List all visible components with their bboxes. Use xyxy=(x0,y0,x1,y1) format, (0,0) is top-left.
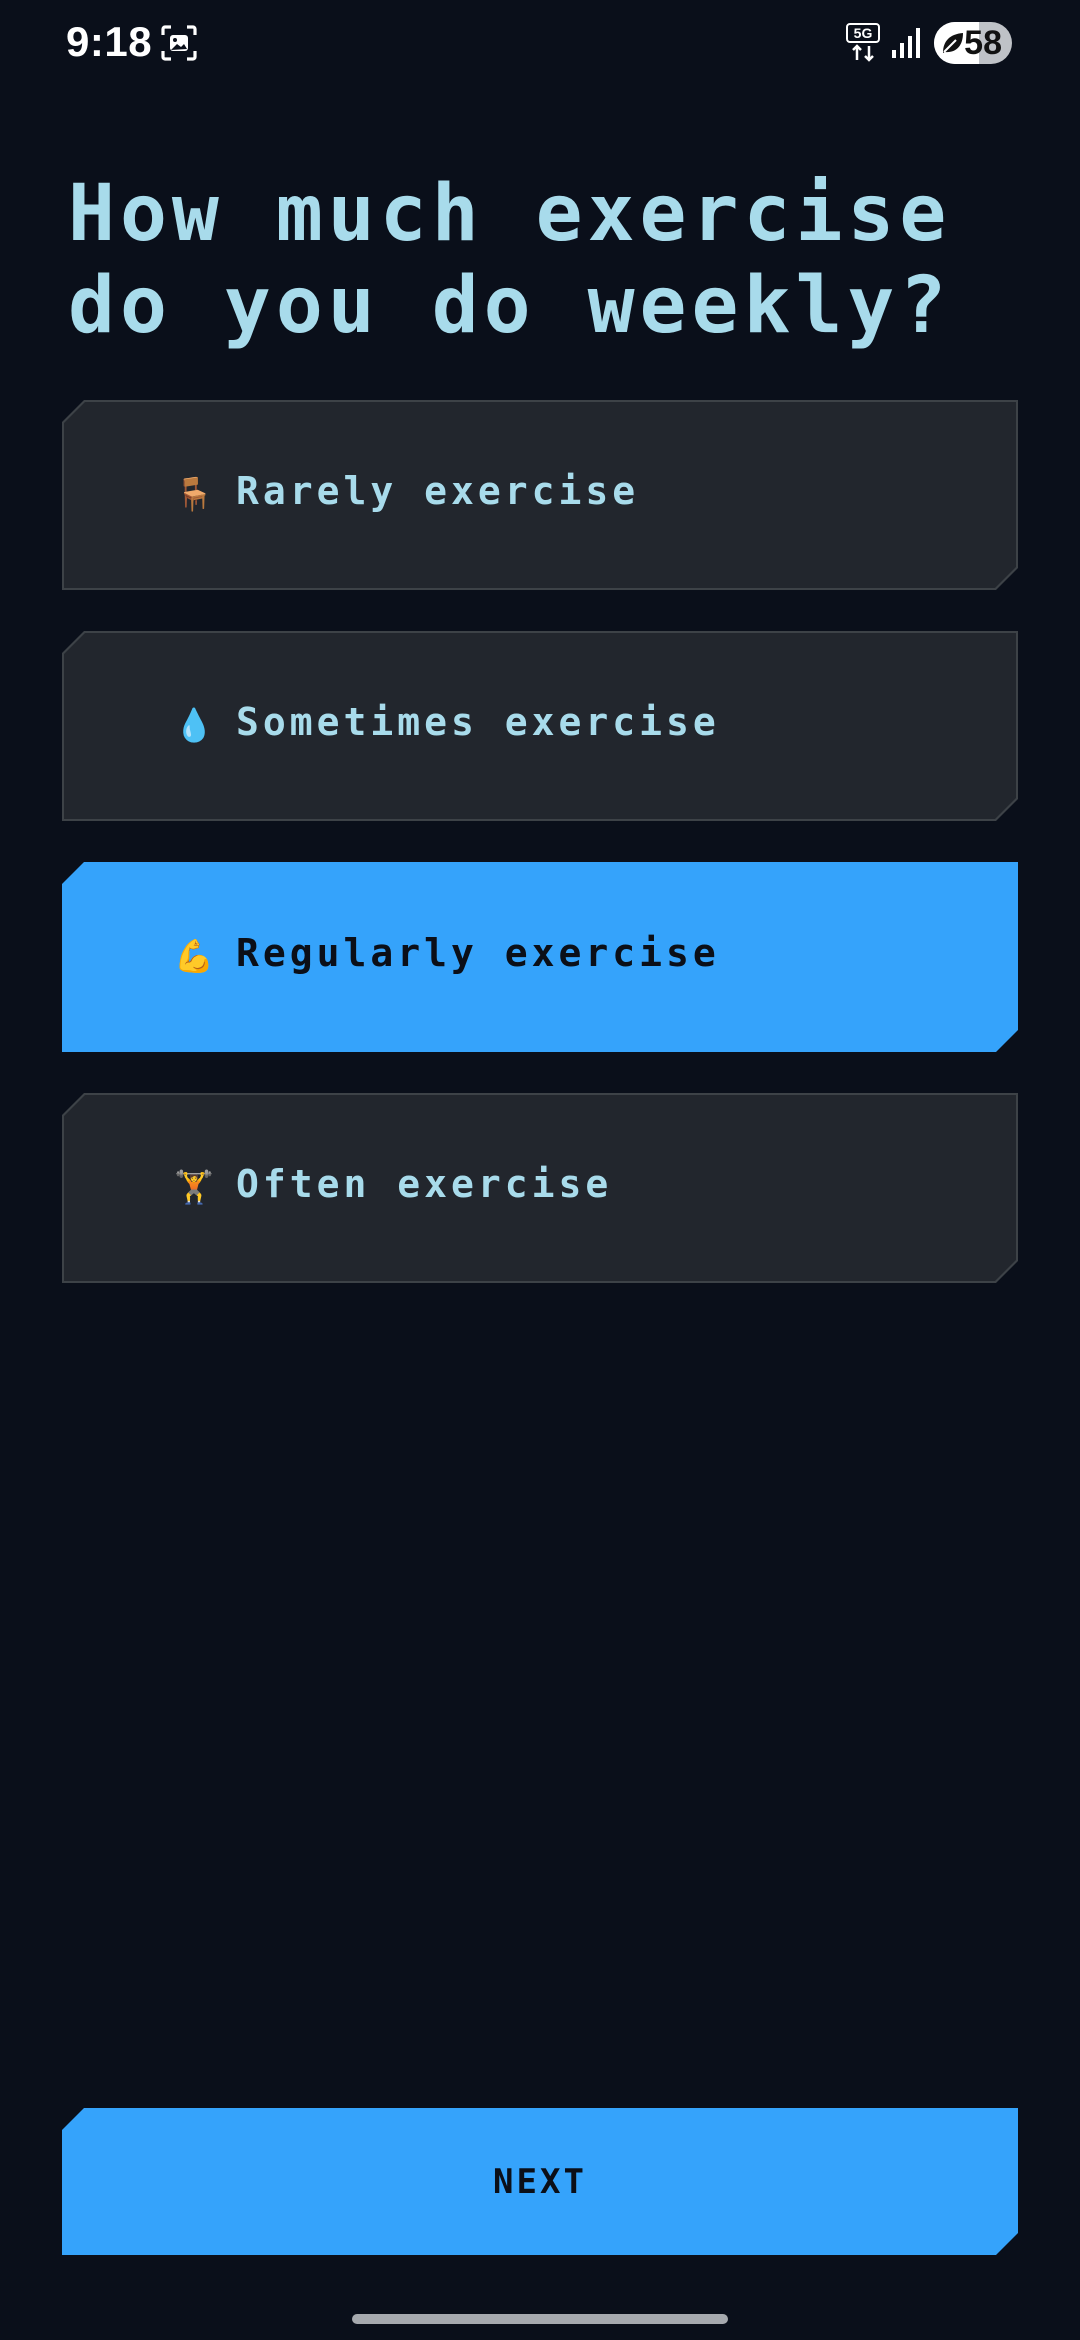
battery-indicator: 58 xyxy=(934,22,1012,64)
option-label: Often exercise xyxy=(236,1162,613,1206)
option-rarely-exercise[interactable]: 🪑 Rarely exercise xyxy=(62,400,1018,590)
flexed-biceps-icon: 💪 xyxy=(174,937,214,975)
battery-saver-leaf-icon xyxy=(943,33,963,53)
option-label: Sometimes exercise xyxy=(236,700,720,744)
option-label: Regularly exercise xyxy=(236,931,720,975)
next-button[interactable]: NEXT xyxy=(62,2108,1018,2255)
network-type-label: 5G xyxy=(854,25,873,41)
signal-icon xyxy=(892,28,920,58)
home-indicator[interactable] xyxy=(352,2314,728,2324)
option-often-exercise[interactable]: 🏋️ Often exercise xyxy=(62,1093,1018,1283)
chair-icon: 🪑 xyxy=(174,475,214,513)
option-label: Rarely exercise xyxy=(236,469,640,513)
network-5g-icon: 5G xyxy=(846,23,880,62)
clock: 9:18 xyxy=(66,18,153,65)
option-regularly-exercise[interactable]: 💪 Regularly exercise xyxy=(62,862,1018,1052)
weight-lifter-icon: 🏋️ xyxy=(174,1168,214,1206)
screenshot-icon xyxy=(161,25,197,61)
page-title: How much exercise do you do weekly? xyxy=(68,169,952,351)
battery-percent: 58 xyxy=(964,24,1002,62)
status-bar: 9:18 5G 58 xyxy=(0,0,1080,90)
next-button-label: NEXT xyxy=(493,2161,587,2202)
droplet-icon: 💧 xyxy=(174,706,214,744)
option-sometimes-exercise[interactable]: 💧 Sometimes exercise xyxy=(62,631,1018,821)
